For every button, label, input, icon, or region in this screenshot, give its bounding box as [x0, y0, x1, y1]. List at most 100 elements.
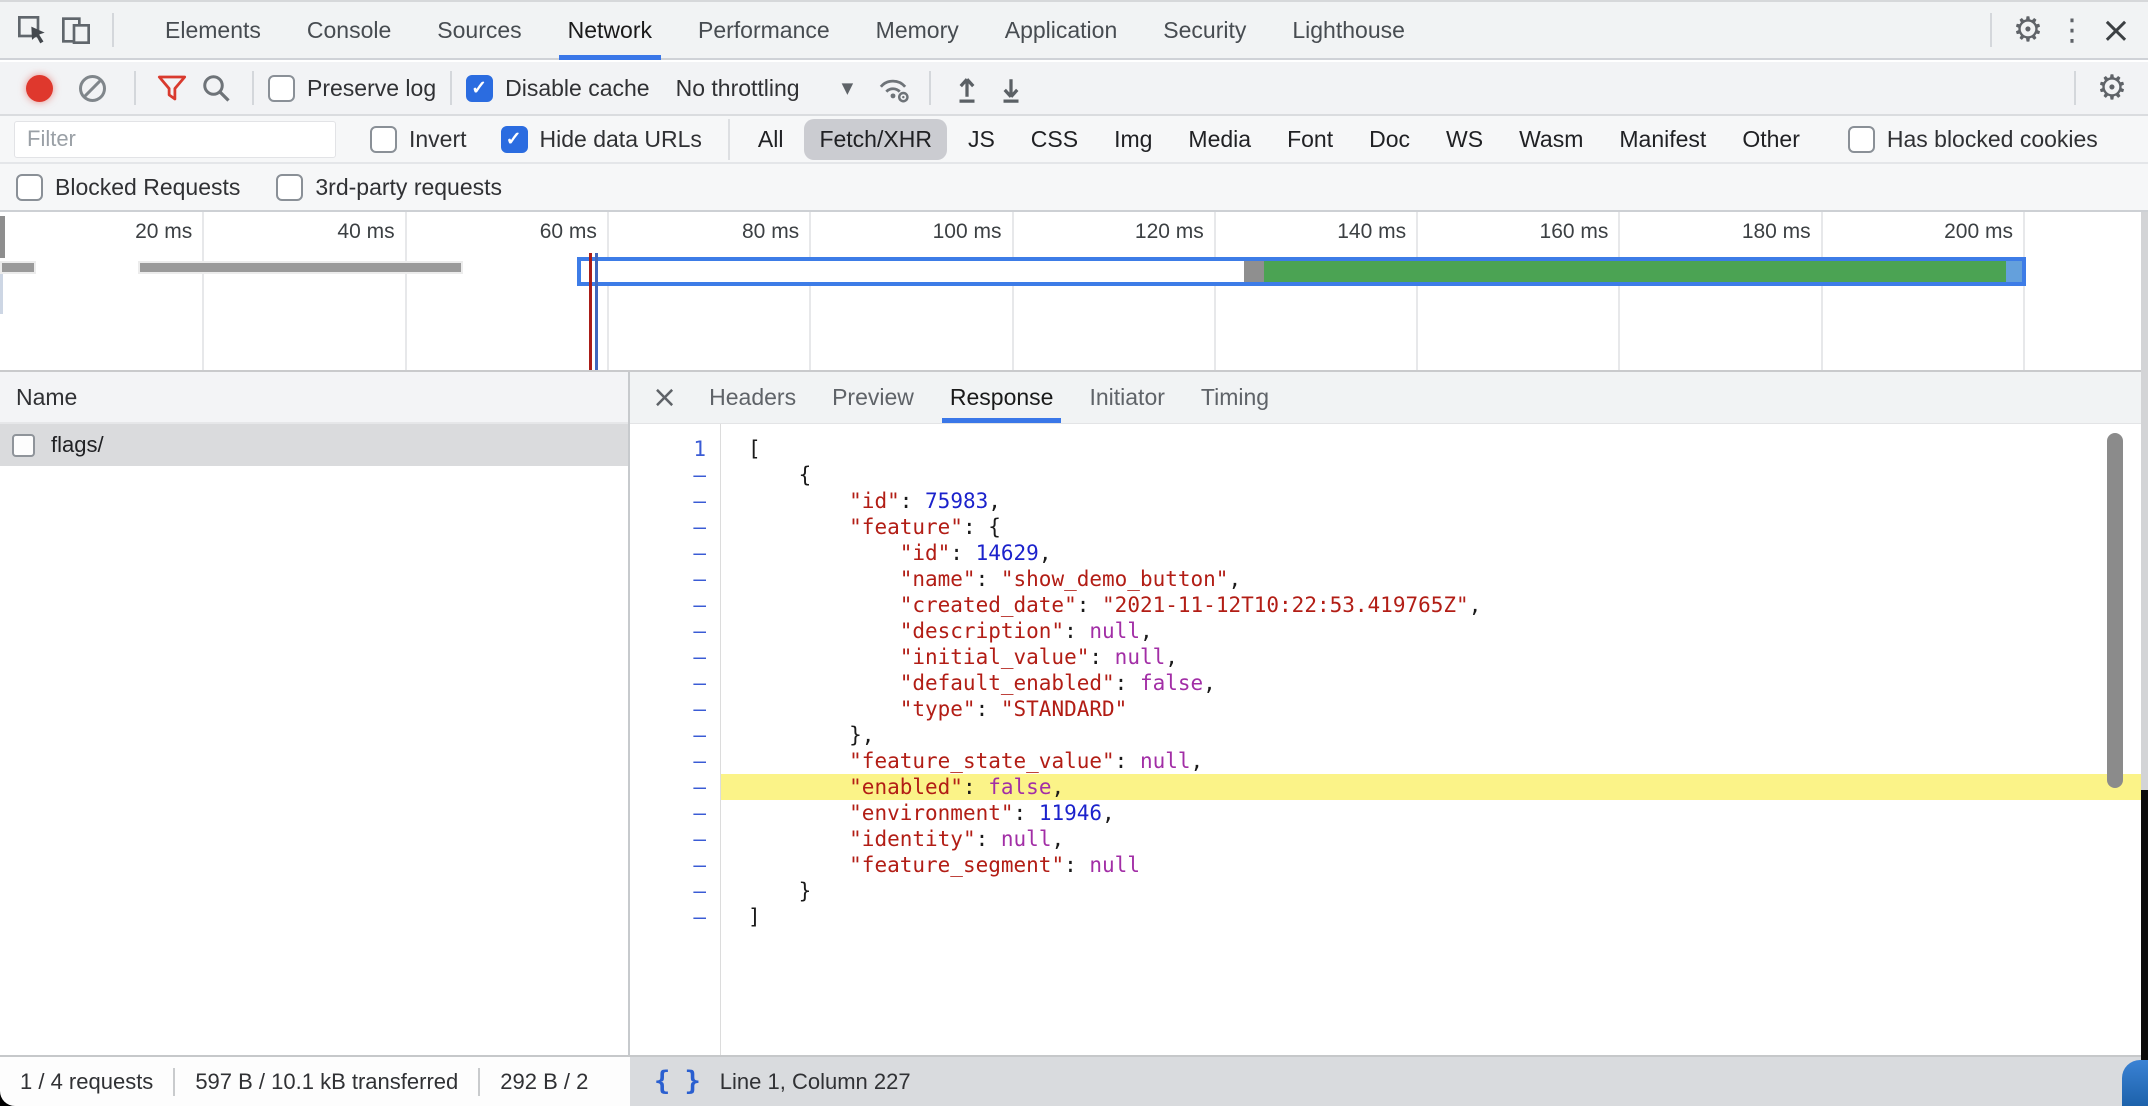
line-gutter[interactable]: – [630, 618, 720, 644]
filter-toggle-icon[interactable] [150, 66, 194, 110]
line-gutter[interactable]: – [630, 852, 720, 878]
invert-label: Invert [409, 126, 467, 153]
disable-cache-label: Disable cache [505, 75, 649, 102]
filter-type-manifest[interactable]: Manifest [1604, 119, 1721, 160]
record-network-log-button[interactable] [26, 75, 53, 102]
code-line: – "created_date": "2021-11-12T10:22:53.4… [630, 592, 2148, 618]
network-conditions-icon[interactable] [871, 66, 915, 110]
tab-memory[interactable]: Memory [853, 2, 982, 58]
close-devtools-icon[interactable]: × [2094, 8, 2138, 52]
line-gutter[interactable]: – [630, 644, 720, 670]
line-gutter[interactable]: – [630, 878, 720, 904]
invert-checkbox[interactable] [370, 126, 397, 153]
status-bar: 1 / 4 requests 597 B / 10.1 kB transferr… [0, 1055, 2148, 1106]
tab-console[interactable]: Console [284, 2, 414, 58]
line-gutter[interactable]: – [630, 774, 720, 800]
third-party-requests-checkbox[interactable] [276, 174, 303, 201]
blocked-requests-label: Blocked Requests [55, 174, 240, 201]
tab-application[interactable]: Application [982, 2, 1141, 58]
line-gutter[interactable]: – [630, 826, 720, 852]
timeline-gridline [405, 212, 407, 370]
request-timing-bar[interactable] [2, 263, 34, 272]
filter-input[interactable] [14, 121, 336, 158]
line-gutter[interactable]: – [630, 748, 720, 774]
filter-type-other[interactable]: Other [1727, 119, 1815, 160]
line-gutter[interactable]: – [630, 722, 720, 748]
line-gutter[interactable]: 1 [630, 436, 720, 462]
line-text: "feature": { [720, 514, 2148, 540]
filter-type-css[interactable]: CSS [1016, 119, 1093, 160]
pretty-print-icon[interactable]: { } [654, 1066, 700, 1097]
line-gutter[interactable]: – [630, 696, 720, 722]
close-detail-icon[interactable]: × [638, 380, 691, 415]
line-text: { [720, 462, 2148, 488]
detail-tab-headers[interactable]: Headers [691, 372, 814, 423]
more-options-icon[interactable]: ⋮ [2050, 8, 2094, 52]
tab-elements[interactable]: Elements [142, 2, 284, 58]
name-column-header[interactable]: Name [0, 372, 628, 424]
hide-data-urls-checkbox[interactable] [501, 126, 528, 153]
filter-type-doc[interactable]: Doc [1354, 119, 1425, 160]
filter-type-font[interactable]: Font [1272, 119, 1348, 160]
disable-cache-checkbox[interactable] [466, 75, 493, 102]
import-har-icon[interactable] [945, 66, 989, 110]
line-gutter[interactable]: – [630, 800, 720, 826]
timeline-ruler-label: 180 ms [1742, 220, 1821, 244]
code-line: – "feature": { [630, 514, 2148, 540]
filter-type-fetch-xhr[interactable]: Fetch/XHR [804, 119, 946, 160]
line-gutter[interactable]: – [630, 670, 720, 696]
network-overview-timeline[interactable]: 20 ms40 ms60 ms80 ms100 ms120 ms140 ms16… [0, 212, 2148, 372]
detail-tab-initiator[interactable]: Initiator [1071, 372, 1182, 423]
tab-network[interactable]: Network [545, 2, 675, 58]
timing-segment-receiving [1264, 261, 2006, 282]
tab-performance[interactable]: Performance [675, 2, 853, 58]
line-gutter[interactable]: – [630, 462, 720, 488]
inspect-element-icon[interactable] [10, 8, 54, 52]
load-marker [595, 253, 598, 372]
line-gutter[interactable]: – [630, 540, 720, 566]
timing-segment-stalled [1244, 261, 1264, 282]
filter-type-media[interactable]: Media [1173, 119, 1266, 160]
has-blocked-cookies-checkbox[interactable] [1848, 126, 1875, 153]
selected-request-timing-bar[interactable] [577, 257, 2026, 286]
line-gutter[interactable]: – [630, 904, 720, 930]
filter-type-img[interactable]: Img [1099, 119, 1167, 160]
filter-type-ws[interactable]: WS [1431, 119, 1498, 160]
detail-tab-timing[interactable]: Timing [1183, 372, 1287, 423]
network-settings-gear-icon[interactable]: ⚙ [2090, 66, 2134, 110]
throttling-dropdown[interactable]: No throttling ▼ [676, 75, 854, 102]
search-icon[interactable] [194, 66, 238, 110]
code-line: – "type": "STANDARD" [630, 696, 2148, 722]
timeline-gridline [1618, 212, 1620, 370]
filter-type-all[interactable]: All [743, 119, 799, 160]
request-timing-bar[interactable] [140, 263, 462, 272]
export-har-icon[interactable] [989, 66, 1033, 110]
response-scrollbar[interactable] [2107, 433, 2123, 788]
preserve-log-checkbox[interactable] [268, 75, 295, 102]
device-toolbar-icon[interactable] [54, 8, 98, 52]
preserve-log-label: Preserve log [307, 75, 436, 102]
detail-tab-response[interactable]: Response [932, 372, 1072, 423]
request-row-checkbox[interactable] [12, 434, 35, 457]
filter-type-wasm[interactable]: Wasm [1504, 119, 1598, 160]
blocked-requests-checkbox[interactable] [16, 174, 43, 201]
tab-security[interactable]: Security [1140, 2, 1269, 58]
divider [173, 1068, 175, 1096]
clear-network-log-icon[interactable] [79, 75, 106, 102]
code-line: – } [630, 878, 2148, 904]
request-row-flags[interactable]: flags/ [0, 424, 628, 466]
line-gutter[interactable]: – [630, 514, 720, 540]
detail-tab-preview[interactable]: Preview [814, 372, 932, 423]
settings-gear-icon[interactable]: ⚙ [2006, 8, 2050, 52]
tab-sources[interactable]: Sources [414, 2, 544, 58]
line-gutter[interactable]: – [630, 566, 720, 592]
tab-lighthouse[interactable]: Lighthouse [1269, 2, 1428, 58]
filter-type-js[interactable]: JS [953, 119, 1010, 160]
response-body-viewer[interactable]: 1[– {– "id": 75983,– "feature": {– "id":… [630, 424, 2148, 1055]
funnel-icon [157, 74, 187, 102]
timeline-ruler-label: 120 ms [1135, 220, 1214, 244]
timeline-gridline [1214, 212, 1216, 370]
line-gutter[interactable]: – [630, 592, 720, 618]
line-gutter[interactable]: – [630, 488, 720, 514]
code-line-highlighted: – "enabled": false, [630, 774, 2148, 800]
